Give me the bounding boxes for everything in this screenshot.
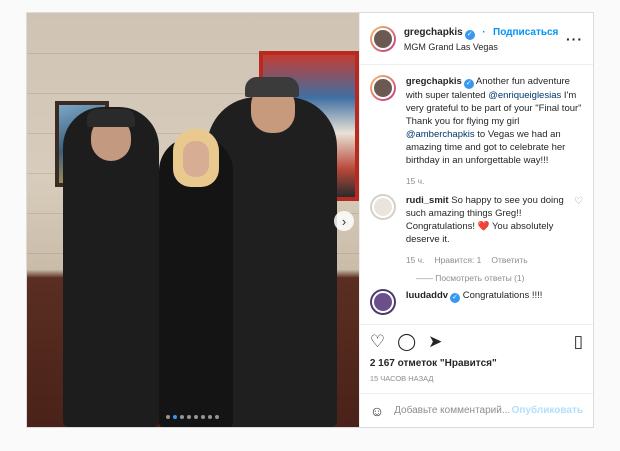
ellipsis-icon[interactable]: ··· [566, 31, 583, 47]
bookmark-icon[interactable]: ▯ [574, 332, 583, 352]
author-avatar[interactable] [369, 25, 396, 52]
next-arrow-icon[interactable]: › [334, 211, 354, 231]
caption-username[interactable]: gregchapkis [406, 76, 462, 87]
carousel-dot [173, 415, 178, 419]
mention-link[interactable]: @amberchapkis [406, 129, 475, 140]
carousel-dot [208, 415, 213, 419]
share-icon[interactable]: ➤ [428, 332, 442, 352]
post-sidebar: gregchapkis ✓ · Подписаться MGM Grand Las… [358, 13, 593, 427]
comments-list: gregchapkis ✓ Another fun adventure with … [360, 65, 593, 324]
carousel-dot [180, 415, 185, 419]
verified-icon: ✓ [464, 29, 475, 40]
carousel-dots [27, 415, 359, 419]
heart-icon[interactable]: ♡ [370, 332, 385, 352]
author-username[interactable]: gregchapkis [404, 27, 463, 38]
commenter-avatar[interactable] [369, 194, 396, 220]
comment-item: luudaddv ✓ Congratulations !!!! [369, 289, 583, 315]
caption-time: 15 ч. [405, 176, 425, 186]
comment-icon[interactable]: ◯ [397, 332, 416, 352]
post-frame: › gregchapkis ✓ · Подписаться MGM Grand L… [26, 12, 594, 428]
carousel-dot [187, 415, 192, 419]
verified-icon: ✓ [450, 293, 461, 303]
emoji-icon[interactable]: ☺ [370, 403, 384, 419]
likes-count[interactable]: 2 167 отметок "Нравится" [360, 358, 593, 369]
commenter-avatar[interactable] [369, 289, 396, 315]
location-link[interactable]: MGM Grand Las Vegas [404, 40, 566, 55]
caption: gregchapkis ✓ Another fun adventure with … [369, 75, 583, 188]
post-header: gregchapkis ✓ · Подписаться MGM Grand Las… [359, 13, 593, 65]
comment-time: 15 ч. [405, 255, 425, 265]
comment-input[interactable]: Добавьте комментарий... [394, 405, 511, 416]
carousel-dot [194, 415, 199, 419]
commenter-username[interactable]: luudaddv [406, 290, 448, 301]
comment-item: rudi_smit So happy to see you doing such… [369, 194, 583, 267]
reply-button[interactable]: Ответить [491, 254, 527, 267]
view-replies-link[interactable]: ―― Посмотреть ответы (1) [416, 273, 583, 283]
heart-icon[interactable]: ♡ [574, 196, 583, 267]
post-photo[interactable]: › [27, 13, 359, 427]
add-comment-bar: ☺ Добавьте комментарий... Опубликовать [359, 393, 593, 427]
mention-link[interactable]: @enriqueiglesias [488, 90, 561, 101]
posted-ago: 15 часов назад [369, 374, 434, 383]
carousel-dot [201, 415, 206, 419]
commenter-username[interactable]: rudi_smit [406, 195, 449, 206]
carousel-dot [215, 415, 220, 419]
follow-button[interactable]: Подписаться [493, 27, 558, 38]
post-comment-button[interactable]: Опубликовать [512, 405, 583, 416]
caption-avatar[interactable] [369, 75, 396, 101]
carousel-dot [166, 415, 171, 419]
comment-text: Congratulations !!!! [462, 290, 543, 301]
action-bar: ♡ ◯ ➤ ▯ [359, 324, 593, 358]
comment-likes[interactable]: Нравится: 1 [434, 254, 481, 267]
verified-icon: ✓ [463, 79, 474, 89]
